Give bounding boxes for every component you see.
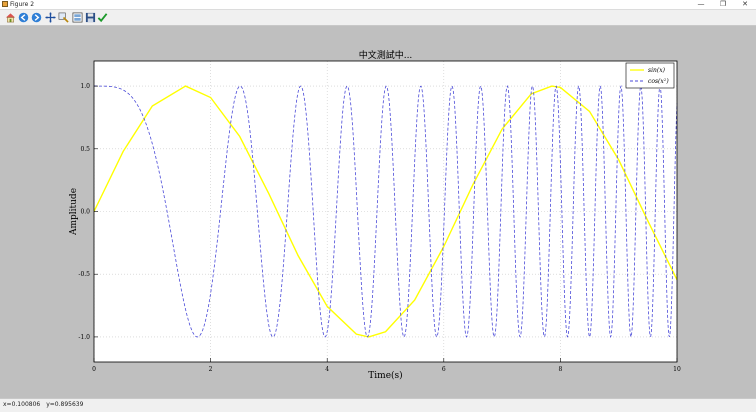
save-icon [85, 12, 95, 22]
x-axis-label: Time(s) [368, 370, 402, 381]
x-tick-label: 4 [325, 366, 329, 373]
x-tick-label: 8 [558, 366, 562, 373]
app-icon [2, 1, 8, 7]
edit-button[interactable] [96, 11, 108, 23]
x-tick-label: 6 [442, 366, 446, 373]
forward-arrow-icon [31, 12, 41, 22]
subplots-icon [72, 12, 82, 22]
minimize-button[interactable]: — [690, 0, 712, 9]
home-icon [5, 12, 15, 22]
figure-canvas[interactable]: 0 2 4 6 8 10 -1.0 -0.5 0.0 0.5 1.0 中文測試中... Time(s… [0, 26, 756, 398]
legend: sin(x) cos(x2) [625, 62, 675, 89]
cursor-coordinates: x=0.100806 y=0.895639 [3, 400, 89, 410]
y-tick-label: 0.5 [80, 146, 90, 153]
y-tick-label: -1.0 [78, 334, 90, 341]
x-tick-label: 10 [673, 366, 681, 373]
restore-button[interactable]: ❐ [712, 0, 734, 9]
window-title: Figure 2 [10, 1, 35, 8]
y-axis-label: Amplitude [69, 188, 79, 236]
back-arrow-icon [18, 12, 28, 22]
zoom-icon [58, 12, 69, 23]
chart-title: 中文測試中... [359, 49, 413, 61]
legend-label-cos-base: cos(x [648, 78, 664, 85]
checkmark-icon [97, 12, 107, 22]
x-tick-label: 0 [92, 366, 96, 373]
window-titlebar: Figure 2 — ❐ ✕ [0, 0, 756, 10]
navigation-toolbar [0, 10, 756, 26]
legend-label-sin: sin(x) [648, 67, 666, 74]
y-tick-label: 1.0 [80, 83, 90, 90]
x-tick-label: 2 [209, 366, 213, 373]
close-button[interactable]: ✕ [734, 0, 756, 9]
home-button[interactable] [4, 11, 16, 23]
chart: 0 2 4 6 8 10 -1.0 -0.5 0.0 0.5 1.0 中文測試中... Time(s… [69, 49, 681, 381]
pan-button[interactable] [44, 11, 56, 23]
status-bar: x=0.100806 y=0.895639 [0, 398, 756, 412]
window-controls: — ❐ ✕ [690, 0, 756, 9]
legend-label-cos: cos(x2) [648, 77, 669, 85]
y-tick-label: 0.0 [80, 209, 90, 216]
y-coordinate: y=0.895639 [46, 401, 84, 408]
subplots-button[interactable] [71, 11, 83, 23]
pan-icon [44, 11, 56, 23]
x-coordinate: x=0.100806 [3, 401, 41, 408]
y-tick-label: -0.5 [78, 271, 90, 278]
back-button[interactable] [17, 11, 29, 23]
zoom-button[interactable] [57, 11, 69, 23]
save-button[interactable] [84, 11, 96, 23]
forward-button[interactable] [30, 11, 42, 23]
